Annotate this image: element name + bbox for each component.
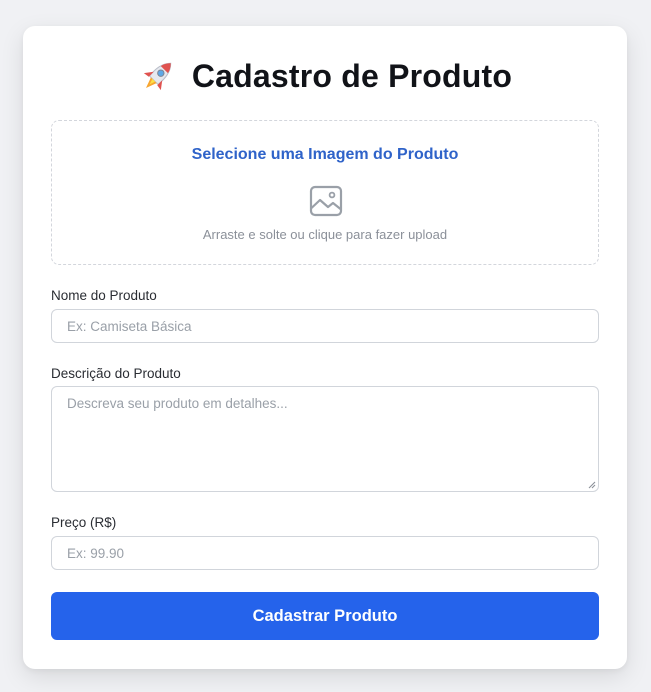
upload-hint: Arraste e solte ou clique para fazer upl… xyxy=(202,227,448,242)
product-name-input[interactable]: Ex: Camiseta Básica xyxy=(51,309,599,343)
product-name-placeholder: Ex: Camiseta Básica xyxy=(67,318,192,334)
product-description-textarea[interactable]: Descreva seu produto em detalhes... xyxy=(51,386,599,492)
resize-handle-icon[interactable] xyxy=(587,480,596,489)
image-upload-dropzone[interactable]: Selecione uma Imagem do Produto Arraste … xyxy=(51,120,599,265)
page-header: Cadastro de Produto xyxy=(23,54,627,98)
page-title: Cadastro de Produto xyxy=(191,57,513,94)
image-icon xyxy=(309,185,343,217)
rocket-icon xyxy=(143,62,172,91)
product-price-placeholder: Ex: 99.90 xyxy=(67,545,125,561)
upload-title: Selecione uma Imagem do Produto xyxy=(191,146,459,163)
product-description-label: Descrição do Produto xyxy=(51,366,181,381)
product-price-label: Preço (R$) xyxy=(51,515,117,530)
product-price-input[interactable]: Ex: 99.90 xyxy=(51,536,599,570)
product-form-card: Cadastro de Produto Selecione uma Imagem… xyxy=(23,26,627,669)
product-name-label: Nome do Produto xyxy=(51,288,157,303)
submit-product-button[interactable]: Cadastrar Produto xyxy=(51,592,599,640)
product-description-placeholder: Descreva seu produto em detalhes... xyxy=(67,396,288,411)
